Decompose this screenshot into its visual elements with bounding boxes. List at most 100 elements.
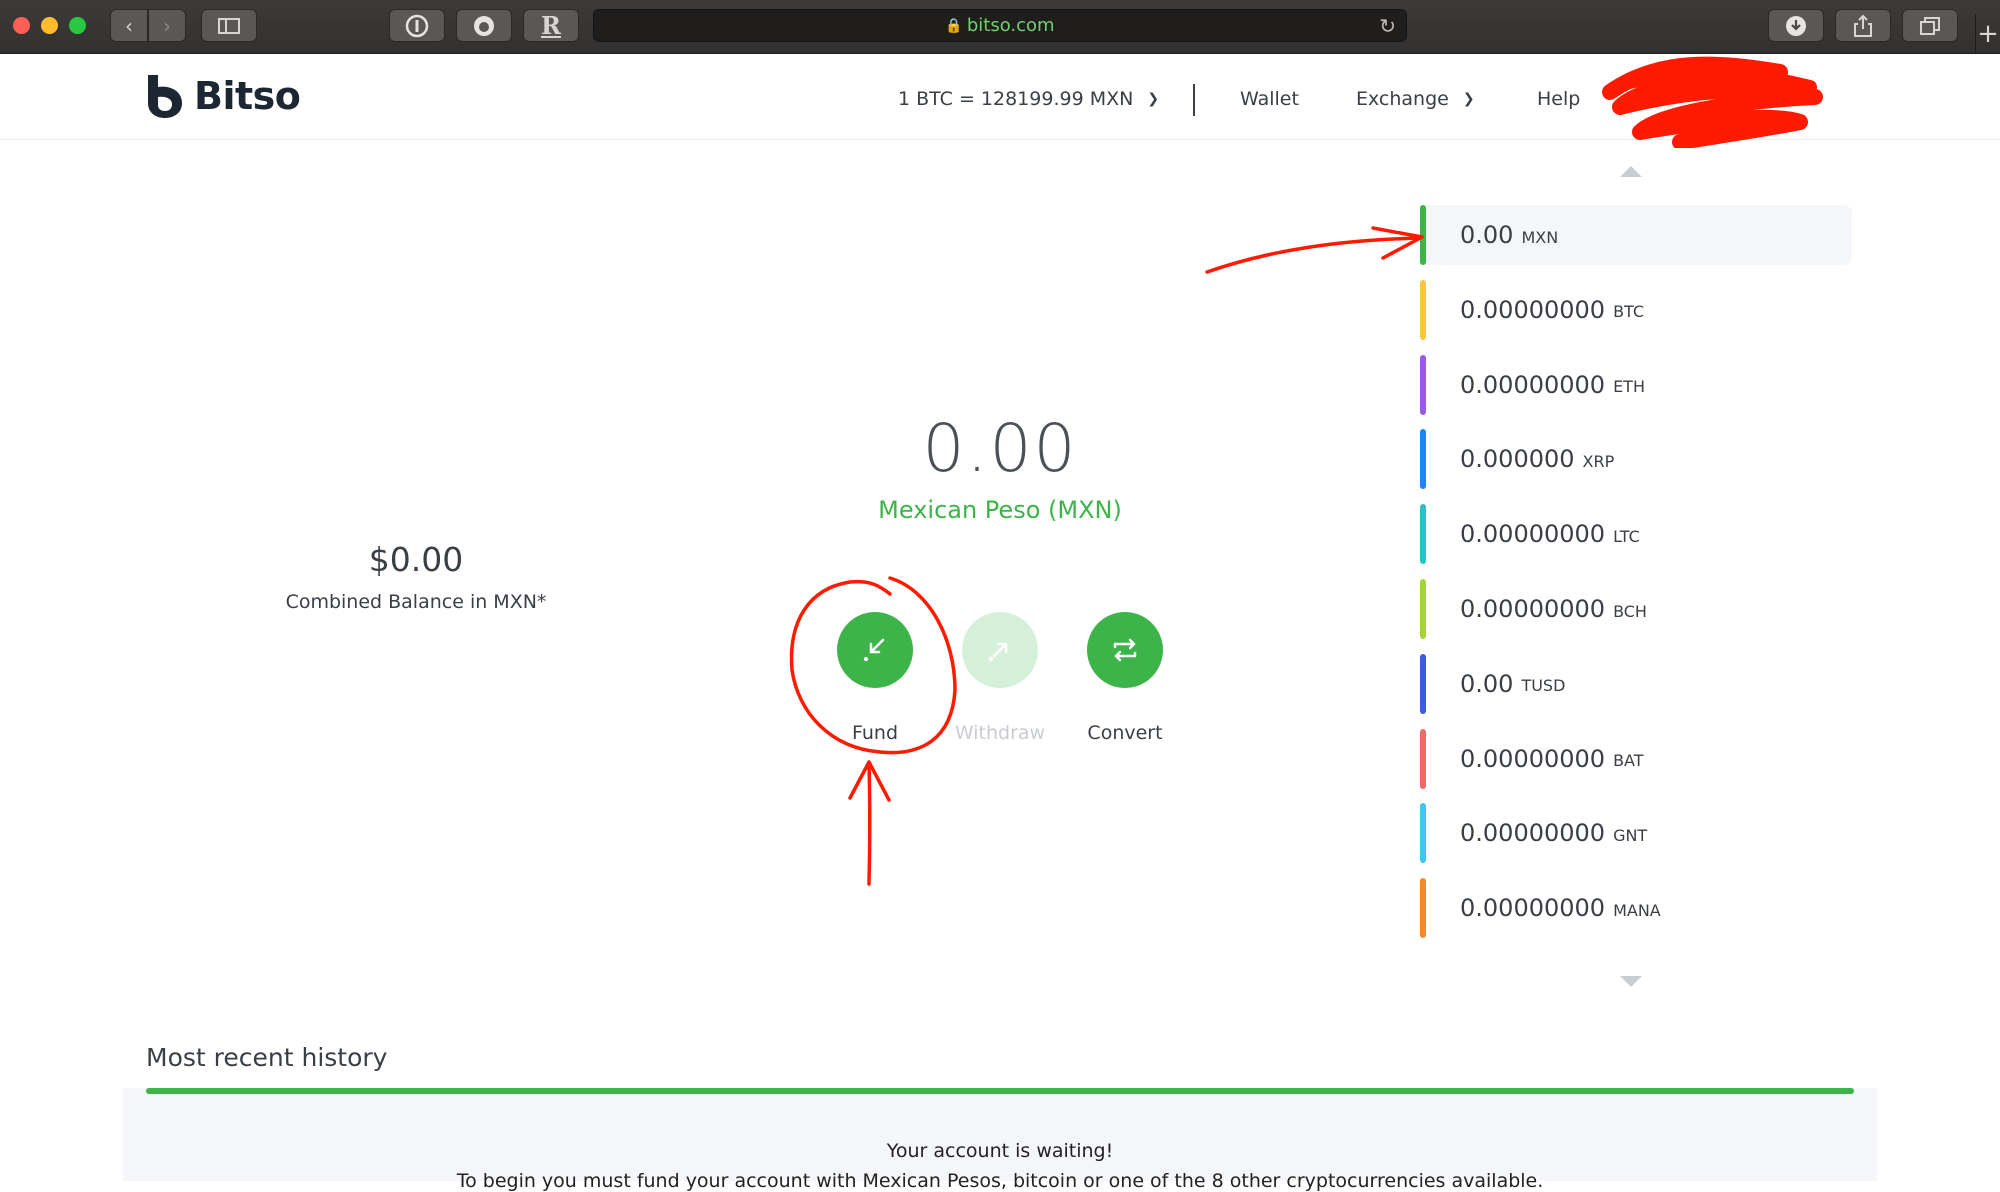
- currency-row-ltc[interactable]: 0.00000000 LTC: [1420, 504, 1852, 565]
- currency-color-bar: [1420, 429, 1426, 490]
- download-icon: [1786, 15, 1806, 36]
- annotation-arrowhead-mxn: [1371, 226, 1424, 260]
- nav-wallet-link[interactable]: Wallet: [1240, 88, 1299, 110]
- currency-code: GNT: [1613, 825, 1648, 845]
- currency-amount: 0.00000000: [1460, 595, 1606, 623]
- fund-arrow-icon: [863, 638, 885, 662]
- currency-color-bar: [1420, 205, 1426, 265]
- currency-color-bar: [1420, 504, 1426, 565]
- selected-balance-amount: 0.00: [922, 410, 1078, 487]
- selected-currency-name: Mexican Peso (MXN): [878, 496, 1122, 524]
- nav-exchange-label: Exchange: [1356, 88, 1449, 110]
- minimize-window-button[interactable]: [41, 17, 58, 34]
- plus-icon: +: [1977, 19, 1999, 49]
- bitso-logo[interactable]: Bitso: [144, 73, 301, 119]
- currency-code: MXN: [1521, 227, 1559, 247]
- convert-arrows-icon: [1113, 638, 1137, 662]
- history-empty-subtext: To begin you must fund your account with…: [456, 1170, 1544, 1192]
- currency-amount: 0.00000000: [1460, 819, 1606, 848]
- tabs-overview-button[interactable]: [1902, 9, 1958, 42]
- currency-row-gnt[interactable]: 0.00000000 GNT: [1420, 803, 1852, 864]
- chevron-down-icon: ❯: [1462, 91, 1475, 107]
- sidebar-toggle-button[interactable]: [201, 9, 257, 42]
- back-button[interactable]: ‹: [110, 9, 148, 42]
- currency-row-eth[interactable]: 0.00000000 ETH: [1420, 354, 1852, 415]
- chevron-left-icon: ‹: [125, 13, 133, 38]
- rate-dropdown[interactable]: 1 BTC = 128199.99 MXN ❯: [898, 88, 1159, 110]
- currency-amount: 0.00000000: [1460, 744, 1606, 773]
- currency-code: XRP: [1582, 451, 1615, 471]
- currency-row-mxn[interactable]: 0.00 MXN: [1420, 205, 1852, 265]
- convert-button[interactable]: [1087, 612, 1163, 688]
- address-bar[interactable]: 🔒 bitso.com ↻: [593, 9, 1407, 42]
- downloads-button[interactable]: [1768, 9, 1824, 42]
- bitso-logo-icon: [148, 75, 182, 118]
- currency-color-bar: [1420, 878, 1426, 939]
- rate-text: 1 BTC = 128199.99 MXN: [898, 88, 1134, 110]
- tabs-icon: [1920, 16, 1940, 35]
- currency-color-bar: [1420, 279, 1426, 340]
- currency-code: LTC: [1613, 526, 1640, 546]
- close-window-button[interactable]: [13, 17, 30, 34]
- zoom-window-button[interactable]: [69, 17, 86, 34]
- nav-help-label: Help: [1537, 88, 1581, 110]
- currency-color-bar: [1420, 653, 1426, 714]
- new-tab-button[interactable]: +: [1975, 14, 2000, 54]
- currency-amount: 0.00000000: [1460, 520, 1606, 549]
- currency-code: TUSD: [1521, 676, 1566, 696]
- convert-label[interactable]: Convert: [1055, 722, 1195, 744]
- withdraw-label: Withdraw: [954, 722, 1046, 744]
- currency-amount: 0.00: [1460, 221, 1514, 249]
- currency-amount: 0.00000000: [1460, 370, 1606, 399]
- currency-row-xrp[interactable]: 0.000000 XRP: [1420, 429, 1852, 490]
- share-icon: [1854, 14, 1872, 37]
- currency-amount: 0.00000000: [1460, 295, 1606, 324]
- currency-row-bch[interactable]: 0.00000000 BCH: [1420, 579, 1852, 639]
- currency-color-bar: [1420, 579, 1426, 639]
- rakuten-extension[interactable]: R: [523, 9, 579, 42]
- currency-code: ETH: [1613, 377, 1645, 397]
- chevron-right-icon: ›: [163, 13, 171, 38]
- reload-icon[interactable]: ↻: [1379, 14, 1396, 38]
- combined-balance-amount: $0.00: [368, 540, 464, 579]
- extension-button[interactable]: [456, 9, 512, 42]
- url-text: bitso.com: [966, 15, 1055, 36]
- chevron-down-icon: ❯: [1147, 91, 1160, 107]
- fund-label[interactable]: Fund: [805, 722, 945, 744]
- currency-code: BAT: [1613, 751, 1644, 771]
- currency-code: BCH: [1613, 601, 1647, 621]
- nav-exchange-dropdown[interactable]: Exchange ❯: [1356, 88, 1475, 110]
- currency-color-bar: [1420, 354, 1426, 415]
- nav-divider: [1193, 84, 1195, 116]
- withdraw-arrow-icon: [988, 642, 1008, 662]
- currency-amount: 0.000000: [1460, 445, 1575, 474]
- currency-row-bat[interactable]: 0.00000000 BAT: [1420, 728, 1852, 789]
- sidebar-icon: [218, 17, 240, 34]
- withdraw-button: [962, 612, 1038, 688]
- scroll-down-icon[interactable]: [1620, 976, 1642, 987]
- password-manager-extension[interactable]: [389, 9, 445, 42]
- duck-icon: [474, 15, 494, 36]
- logo-text: Bitso: [194, 74, 301, 118]
- nav-wallet-label: Wallet: [1240, 88, 1299, 110]
- currency-amount: 0.00000000: [1460, 894, 1606, 923]
- currency-color-bar: [1420, 728, 1426, 789]
- scroll-up-icon[interactable]: [1620, 166, 1642, 177]
- currency-color-bar: [1420, 803, 1426, 864]
- currency-amount: 0.00: [1460, 669, 1514, 698]
- combined-balance-label: Combined Balance in MXN*: [285, 591, 547, 613]
- annotation-arrow-fund: [867, 762, 872, 886]
- history-accent-bar: [146, 1088, 1854, 1094]
- fund-button[interactable]: [837, 612, 913, 688]
- history-panel: [123, 1088, 1877, 1181]
- nav-help-link[interactable]: Help: [1537, 88, 1580, 110]
- annotation-arrow-mxn: [1205, 236, 1422, 274]
- currency-row-mana[interactable]: 0.00000000 MANA: [1420, 878, 1852, 939]
- currency-row-btc[interactable]: 0.00000000 BTC: [1420, 279, 1852, 340]
- rakuten-r-icon: R: [541, 11, 561, 40]
- annotation-arrowhead-fund: [848, 760, 891, 802]
- forward-button[interactable]: ›: [148, 9, 186, 42]
- currency-row-tusd[interactable]: 0.00 TUSD: [1420, 653, 1852, 714]
- history-title: Most recent history: [146, 1043, 388, 1072]
- share-button[interactable]: [1835, 9, 1891, 42]
